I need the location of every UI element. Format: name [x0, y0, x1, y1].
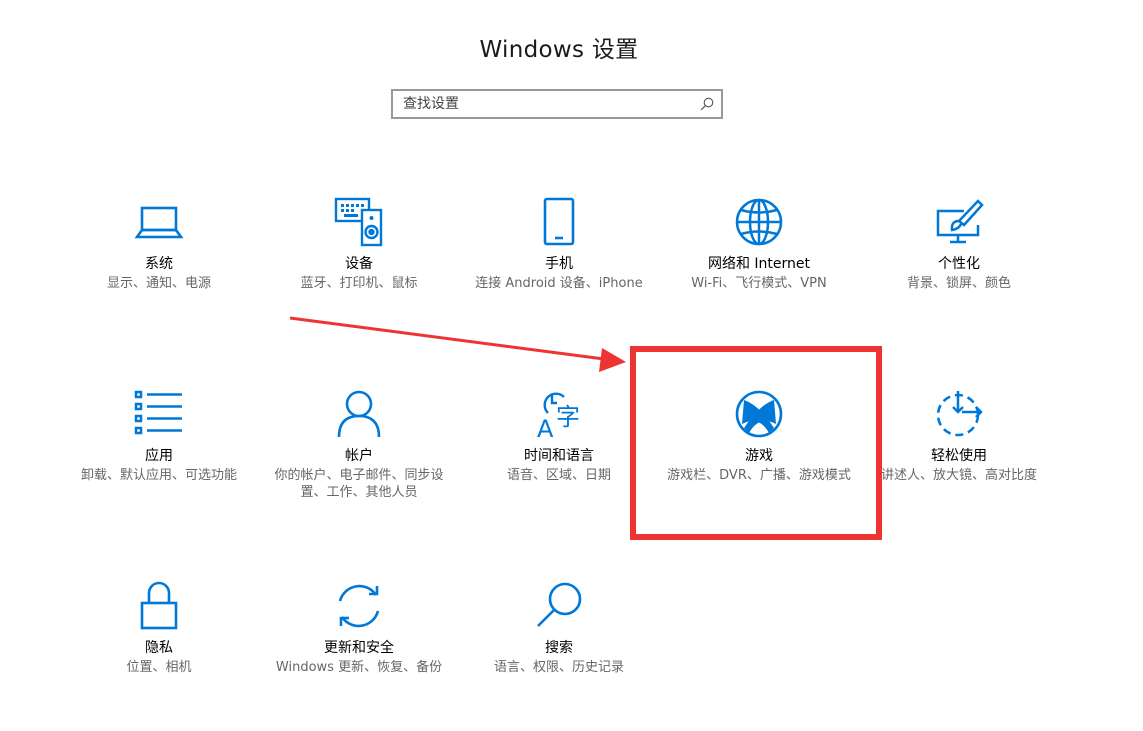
tile-description: Windows 更新、恢复、备份	[275, 660, 443, 675]
tile-label: 轻松使用	[931, 448, 987, 464]
tile-network[interactable]: 网络和 Internet Wi-Fi、飞行模式、VPN	[659, 197, 859, 347]
tile-time-language[interactable]: A 字 时间和语言 语音、区域、日期	[459, 389, 659, 539]
tile-description: 你的帐户、电子邮件、同步设置、工作、其他人员	[274, 468, 444, 500]
tile-privacy[interactable]: 隐私 位置、相机	[59, 581, 259, 731]
time-language-icon: A 字	[534, 389, 584, 439]
tile-label: 应用	[145, 448, 173, 464]
tile-label: 搜索	[545, 640, 573, 656]
tile-devices[interactable]: 设备 蓝牙、打印机、鼠标	[259, 197, 459, 347]
tile-description: 语言、权限、历史记录	[493, 660, 624, 675]
paint-brush-monitor-icon	[934, 197, 984, 247]
tile-system[interactable]: 系统 显示、通知、电源	[59, 197, 259, 347]
search-icon[interactable]	[699, 96, 715, 112]
tile-description: 位置、相机	[126, 660, 192, 675]
magnifier-icon	[534, 581, 584, 631]
laptop-icon	[134, 197, 184, 247]
list-icon	[134, 389, 184, 439]
tile-label: 网络和 Internet	[707, 256, 811, 272]
search-box[interactable]	[391, 89, 723, 119]
tile-description: 蓝牙、打印机、鼠标	[300, 276, 418, 291]
tile-label: 个性化	[938, 256, 980, 272]
page-title: Windows 设置	[479, 37, 639, 63]
tile-ease-of-access[interactable]: 轻松使用 讲述人、放大镜、高对比度	[859, 389, 1059, 539]
tile-description: 显示、通知、电源	[106, 276, 211, 291]
tile-description: Wi-Fi、飞行模式、VPN	[691, 276, 827, 291]
tile-label: 设备	[345, 256, 373, 272]
svg-text:A: A	[537, 415, 554, 439]
tile-description: 连接 Android 设备、iPhone	[475, 276, 643, 291]
tile-label: 手机	[545, 256, 573, 272]
tile-search[interactable]: 搜索 语言、权限、历史记录	[459, 581, 659, 731]
tile-description: 卸载、默认应用、可选功能	[80, 468, 237, 483]
tile-personalization[interactable]: 个性化 背景、锁屏、颜色	[859, 197, 1059, 347]
tile-phone[interactable]: 手机 连接 Android 设备、iPhone	[459, 197, 659, 347]
lock-icon	[134, 581, 184, 631]
tile-description: 语音、区域、日期	[506, 468, 611, 483]
tile-description: 背景、锁屏、颜色	[906, 276, 1011, 291]
tile-update-security[interactable]: 更新和安全 Windows 更新、恢复、备份	[259, 581, 459, 731]
tile-label: 时间和语言	[524, 448, 594, 464]
svg-text:字: 字	[556, 403, 580, 431]
tile-description: 讲述人、放大镜、高对比度	[880, 468, 1037, 483]
tile-label: 隐私	[145, 640, 173, 656]
search-input[interactable]	[393, 91, 693, 117]
ease-of-access-icon	[934, 389, 984, 439]
phone-icon	[534, 197, 584, 247]
tile-accounts[interactable]: 帐户 你的帐户、电子邮件、同步设置、工作、其他人员	[259, 389, 459, 539]
tile-label: 更新和安全	[324, 640, 394, 656]
highlight-box-gaming	[630, 346, 882, 540]
tile-apps[interactable]: 应用 卸载、默认应用、可选功能	[59, 389, 259, 539]
keyboard-speaker-icon	[334, 197, 384, 247]
person-icon	[334, 389, 384, 439]
globe-icon	[734, 197, 784, 247]
tile-label: 系统	[145, 256, 173, 272]
sync-icon	[334, 581, 384, 631]
tile-label: 帐户	[345, 448, 373, 464]
